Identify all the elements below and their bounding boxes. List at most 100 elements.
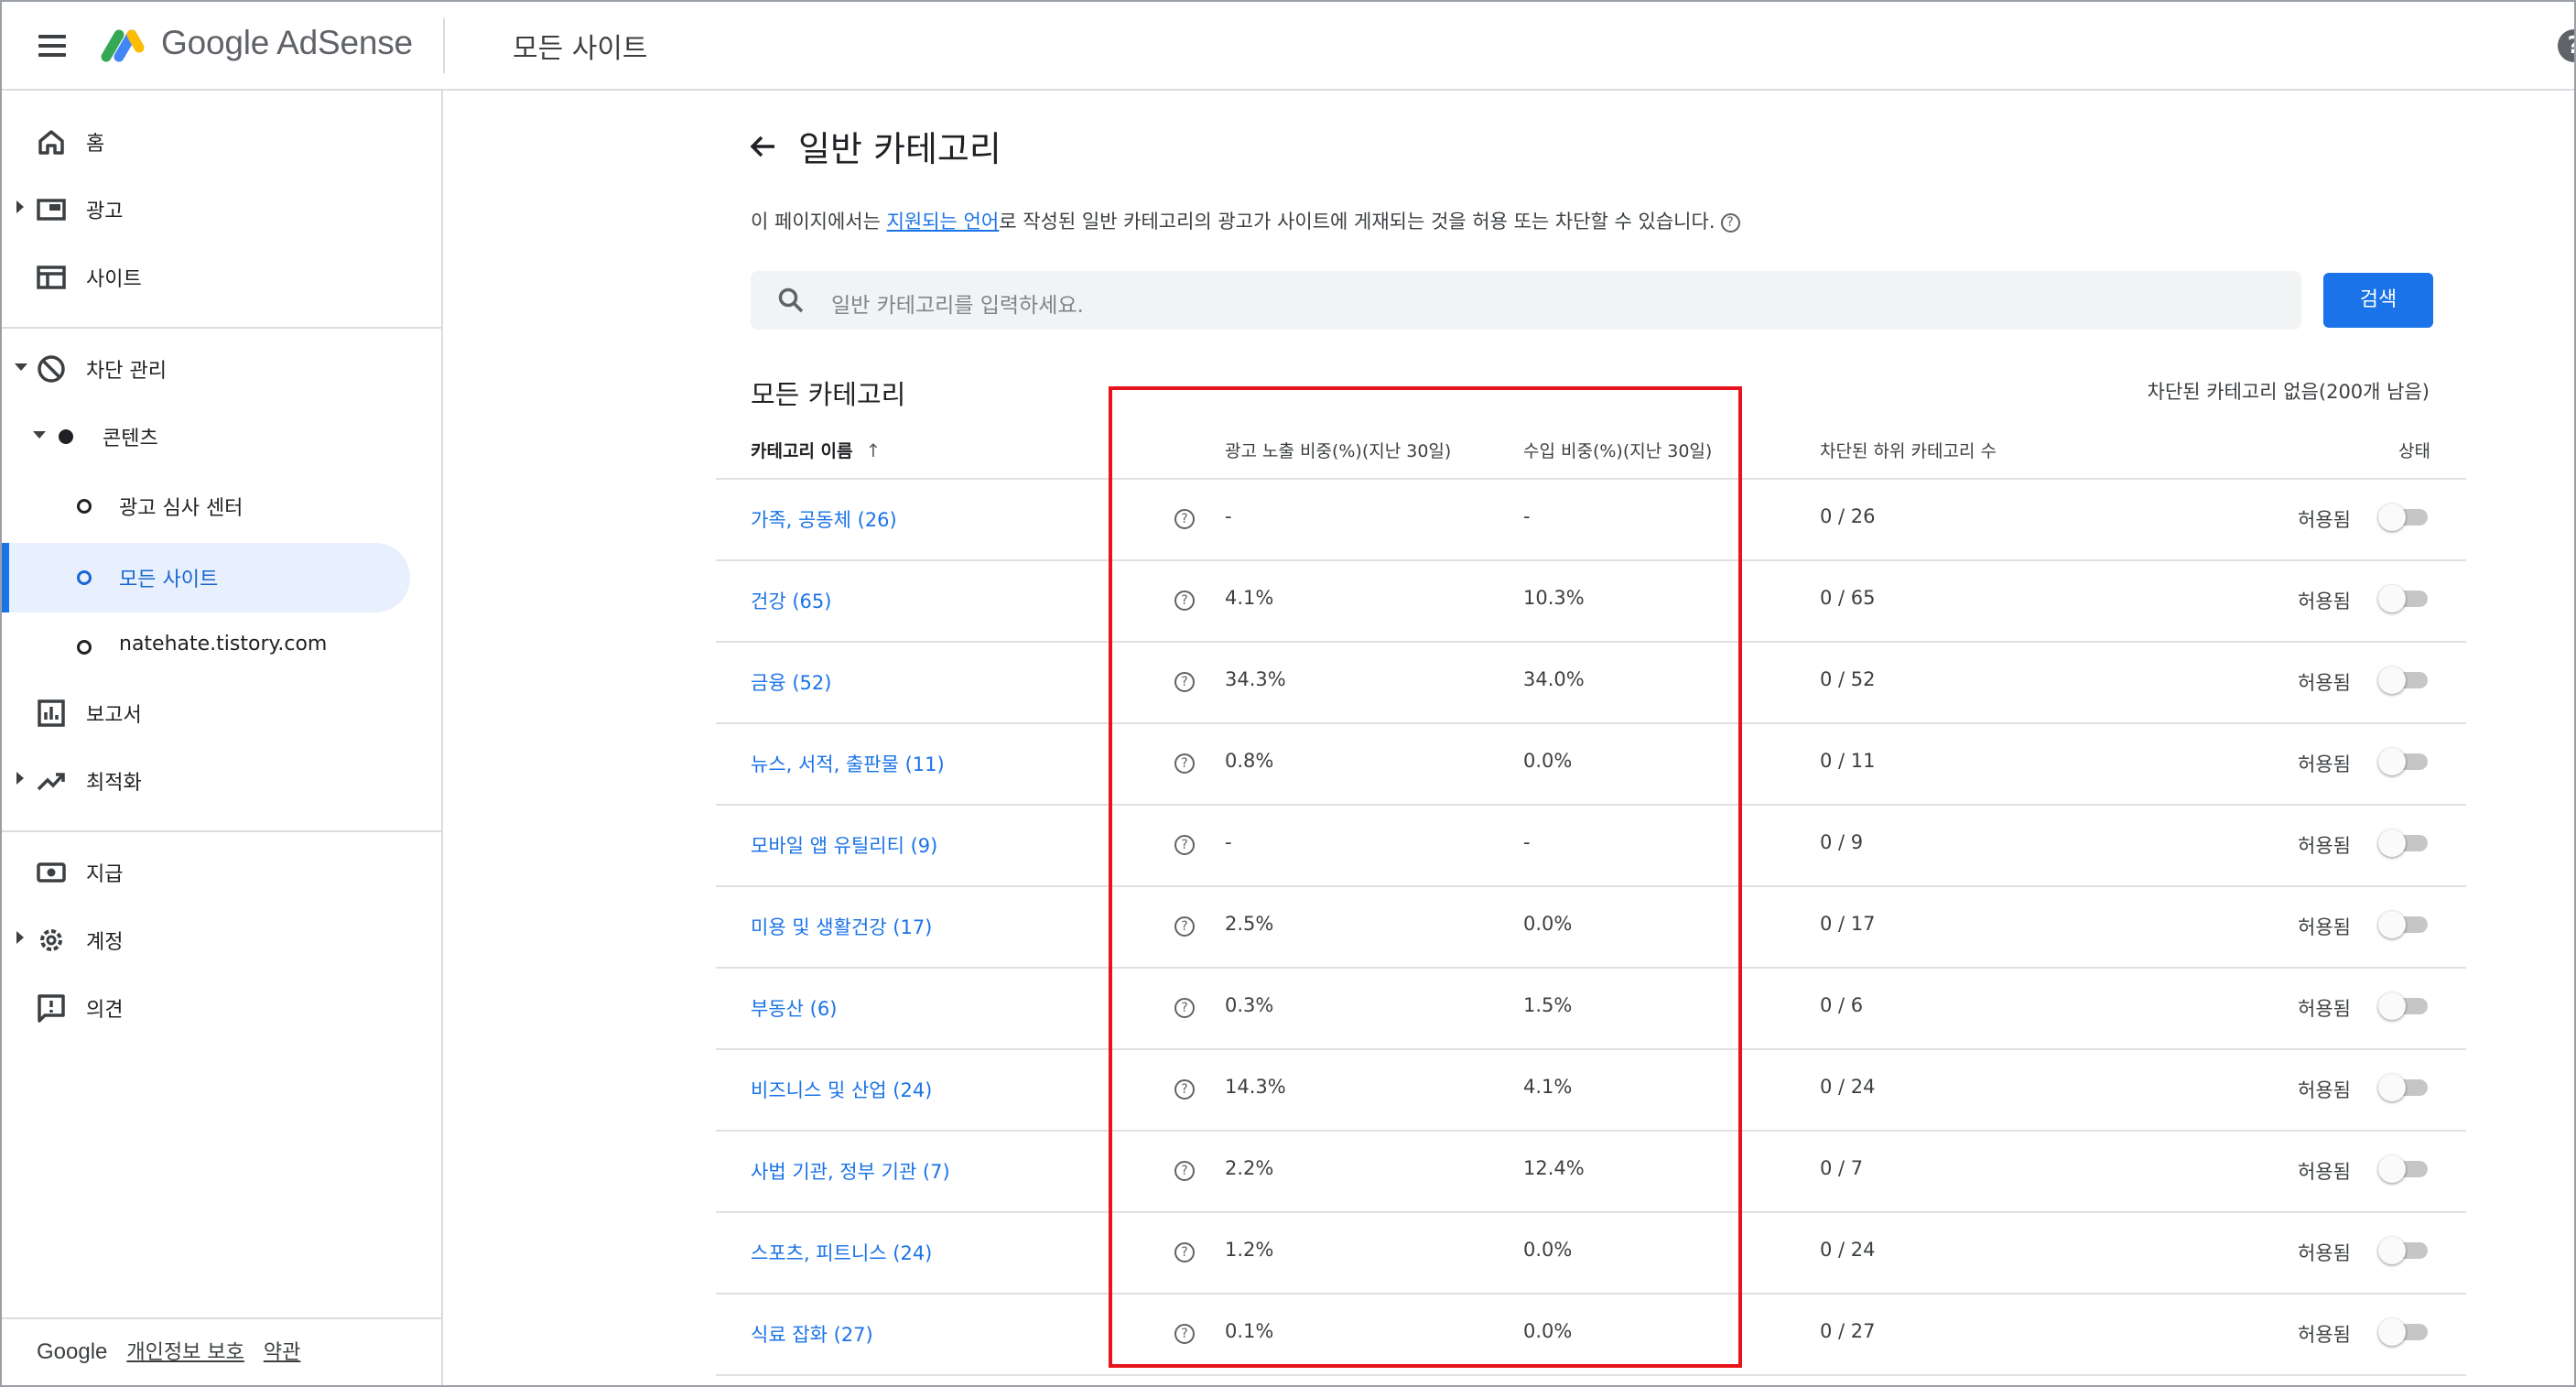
- allow-toggle[interactable]: [2378, 500, 2430, 533]
- sidebar-item-feedback[interactable]: 의견: [2, 981, 443, 1035]
- blocked-subcategories-value: 0 / 52: [1820, 668, 1876, 690]
- intro-text-part: 로 작성된 일반 카테고리의 광고가 사이트에 게재되는 것을 허용 또는 차단…: [999, 211, 1716, 233]
- app-window: Google AdSense 모든 사이트 ? 홈 광고 사이: [0, 0, 2576, 1387]
- sidebar-item-ads[interactable]: 광고: [2, 182, 443, 237]
- block-icon: [38, 355, 65, 383]
- sidebar-item-home[interactable]: 홈: [2, 114, 443, 169]
- status-label: 허용됨: [2298, 835, 2351, 857]
- sidebar-item-label: 지급: [86, 863, 124, 886]
- help-icon[interactable]: ?: [1174, 835, 1195, 855]
- sidebar-item-reports[interactable]: 보고서: [2, 686, 443, 741]
- expand-caret-icon: [16, 200, 24, 213]
- allow-toggle[interactable]: [2378, 744, 2430, 777]
- allow-toggle[interactable]: [2378, 1315, 2430, 1348]
- blocked-subcategories-value: 0 / 11: [1820, 750, 1876, 772]
- menu-icon[interactable]: [38, 35, 66, 57]
- search-button[interactable]: 검색: [2323, 273, 2433, 328]
- sidebar-item-label: 모든 사이트: [119, 569, 219, 591]
- category-link[interactable]: 사법 기관, 정부 기관 (7): [751, 1157, 950, 1185]
- impressions-value: 0.8%: [1225, 750, 1274, 772]
- help-icon[interactable]: ?: [1174, 1242, 1195, 1262]
- toggle-knob: [2378, 504, 2406, 531]
- sidebar-item-content[interactable]: 콘텐츠: [2, 409, 443, 464]
- allow-toggle[interactable]: [2378, 826, 2430, 859]
- row-separator: [716, 478, 2466, 480]
- row-separator: [716, 1130, 2466, 1132]
- home-icon: [38, 130, 64, 155]
- sidebar-item-label: 최적화: [86, 772, 142, 795]
- allow-toggle[interactable]: [2378, 1152, 2430, 1185]
- sidebar-item-label: 의견: [86, 999, 124, 1022]
- help-icon[interactable]: ?: [1174, 1161, 1195, 1181]
- column-header-category-name[interactable]: 카테고리 이름 ↑: [751, 438, 881, 462]
- row-separator: [716, 885, 2466, 887]
- sidebar-item-blocking-controls[interactable]: 차단 관리: [2, 341, 443, 396]
- help-icon[interactable]: ?: [1174, 509, 1195, 529]
- sidebar-item-label: 광고: [86, 200, 124, 223]
- earnings-value: -: [1523, 831, 1531, 853]
- category-link[interactable]: 비즈니스 및 산업 (24): [751, 1076, 932, 1103]
- status-label: 허용됨: [2298, 1324, 2351, 1346]
- ring-icon: [77, 499, 92, 514]
- blocked-subcategories-value: 0 / 26: [1820, 505, 1876, 527]
- help-icon[interactable]: ?: [1174, 916, 1195, 937]
- help-icon[interactable]: ?: [2558, 29, 2574, 62]
- allow-toggle[interactable]: [2378, 581, 2430, 614]
- expand-caret-icon: [16, 772, 24, 785]
- supported-languages-link[interactable]: 지원되는 언어: [887, 211, 1000, 233]
- category-link[interactable]: 미용 및 생활건강 (17): [751, 913, 932, 940]
- category-search-input[interactable]: 일반 카테고리를 입력하세요.: [751, 271, 2301, 330]
- allow-toggle[interactable]: [2378, 907, 2430, 940]
- category-link[interactable]: 부동산 (6): [751, 994, 837, 1022]
- sidebar-item-ad-review-center[interactable]: 광고 심사 센터: [2, 479, 443, 534]
- row-separator: [716, 641, 2466, 643]
- back-arrow-icon[interactable]: [747, 130, 780, 163]
- column-header-impressions: 광고 노출 비중(%)(지난 30일): [1225, 441, 1452, 461]
- impressions-value: 34.3%: [1225, 668, 1286, 690]
- category-link[interactable]: 건강 (65): [751, 587, 831, 614]
- sidebar-item-optimization[interactable]: 최적화: [2, 753, 443, 808]
- sidebar-item-payments[interactable]: 지급: [2, 845, 443, 900]
- sidebar-item-account[interactable]: 계정: [2, 913, 443, 968]
- blocked-subcategories-value: 0 / 65: [1820, 587, 1876, 609]
- sidebar-item-label: 계정: [86, 931, 124, 954]
- search-placeholder: 일반 카테고리를 입력하세요.: [831, 294, 1084, 318]
- ads-icon: [37, 199, 66, 221]
- sidebar-item-all-sites[interactable]: 모든 사이트: [2, 550, 443, 605]
- toggle-knob: [2378, 1155, 2406, 1183]
- privacy-link[interactable]: 개인정보 보호: [126, 1341, 244, 1364]
- help-icon[interactable]: ?: [1174, 1079, 1195, 1100]
- allow-toggle[interactable]: [2378, 1233, 2430, 1266]
- help-icon[interactable]: ?: [1174, 591, 1195, 611]
- impressions-value: -: [1225, 831, 1232, 853]
- help-icon[interactable]: ?: [1174, 998, 1195, 1018]
- sidebar-item-site[interactable]: natehate.tistory.com: [2, 620, 443, 675]
- trending-icon: [37, 773, 65, 791]
- terms-link[interactable]: 약관: [264, 1341, 300, 1364]
- category-link[interactable]: 금융 (52): [751, 668, 831, 696]
- ring-icon: [77, 640, 92, 655]
- help-icon[interactable]: ?: [1174, 672, 1195, 692]
- dot-icon: [59, 429, 73, 444]
- help-icon[interactable]: ?: [1174, 753, 1195, 774]
- allow-toggle[interactable]: [2378, 1070, 2430, 1103]
- sidebar-item-sites[interactable]: 사이트: [2, 250, 443, 305]
- allow-toggle[interactable]: [2378, 663, 2430, 696]
- category-link[interactable]: 식료 잡화 (27): [751, 1320, 873, 1348]
- payments-icon: [37, 862, 66, 883]
- category-link[interactable]: 스포츠, 피트니스 (24): [751, 1239, 932, 1266]
- category-link[interactable]: 가족, 공동체 (26): [751, 505, 897, 533]
- help-icon[interactable]: ?: [1174, 1324, 1195, 1344]
- earnings-value: 0.0%: [1523, 913, 1573, 935]
- feedback-icon: [38, 994, 65, 1023]
- sidebar: 홈 광고 사이트 차단 관리 콘텐츠 광고 심사 센터 모든 사이트 nateh…: [2, 91, 443, 1385]
- page-title: 일반 카테고리: [798, 129, 1001, 169]
- row-separator: [716, 1374, 2466, 1376]
- category-link[interactable]: 모바일 앱 유틸리티 (9): [751, 831, 937, 859]
- brand-name: Google AdSense: [161, 24, 413, 61]
- allow-toggle[interactable]: [2378, 989, 2430, 1022]
- category-link[interactable]: 뉴스, 서적, 출판물 (11): [751, 750, 945, 777]
- earnings-value: 34.0%: [1523, 668, 1585, 690]
- help-icon[interactable]: ?: [1720, 212, 1740, 233]
- row-separator: [716, 804, 2466, 806]
